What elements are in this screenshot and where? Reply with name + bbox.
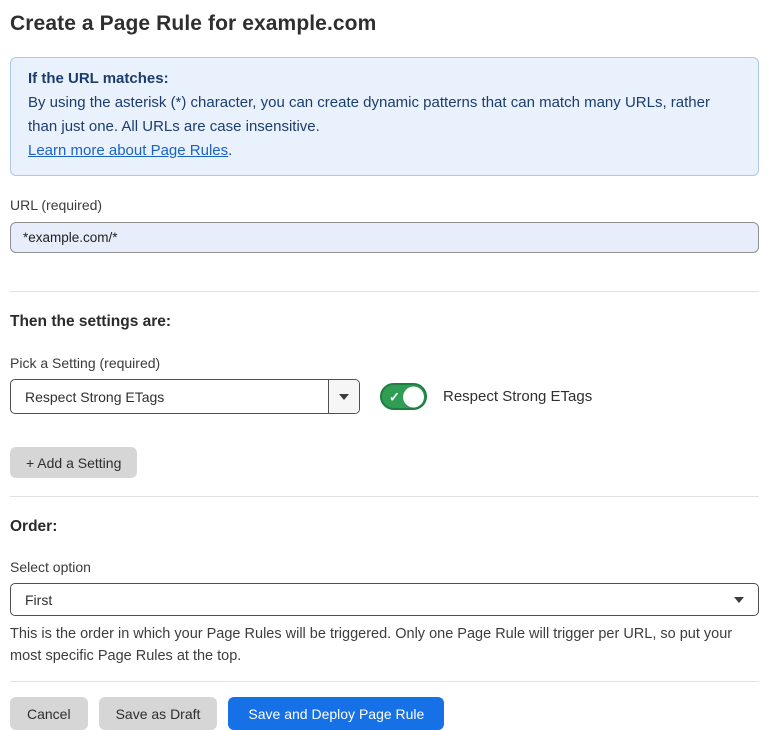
divider [10,496,759,497]
divider [10,681,759,682]
setting-dropdown[interactable]: Respect Strong ETags [10,379,360,414]
toggle-knob [403,386,424,407]
add-setting-button[interactable]: + Add a Setting [10,447,137,478]
page-rule-form: Create a Page Rule for example.com If th… [0,0,769,730]
divider [10,291,759,292]
link-period: . [228,142,232,159]
setting-dropdown-caret-button[interactable] [328,380,359,413]
setting-dropdown-value: Respect Strong ETags [11,380,328,413]
chevron-down-icon [734,597,744,603]
etags-toggle[interactable]: ✓ [380,383,427,410]
save-and-deploy-button[interactable]: Save and Deploy Page Rule [228,697,444,730]
url-field-label: URL (required) [10,197,759,213]
pick-setting-label: Pick a Setting (required) [10,355,759,371]
url-input[interactable] [10,222,759,253]
info-box-heading: If the URL matches: [28,67,741,91]
setting-row: Respect Strong ETags ✓ Respect Strong ET… [10,379,759,414]
learn-more-link[interactable]: Learn more about Page Rules [28,142,228,159]
order-dropdown-value: First [25,592,52,608]
save-as-draft-button[interactable]: Save as Draft [99,697,218,730]
order-select-label: Select option [10,559,759,575]
form-actions: Cancel Save as Draft Save and Deploy Pag… [10,697,759,730]
order-section-heading: Order: [10,518,759,536]
cancel-button[interactable]: Cancel [10,697,88,730]
info-box-link-line: Learn more about Page Rules. [28,139,741,163]
info-box-body: By using the asterisk (*) character, you… [28,91,741,139]
etags-toggle-label: Respect Strong ETags [443,388,592,405]
checkmark-icon: ✓ [389,390,400,403]
settings-section-heading: Then the settings are: [10,313,759,331]
page-title: Create a Page Rule for example.com [10,12,759,36]
chevron-down-icon [339,394,349,400]
url-match-info-box: If the URL matches: By using the asteris… [10,57,759,176]
order-help-text: This is the order in which your Page Rul… [10,623,759,667]
order-dropdown[interactable]: First [10,583,759,616]
